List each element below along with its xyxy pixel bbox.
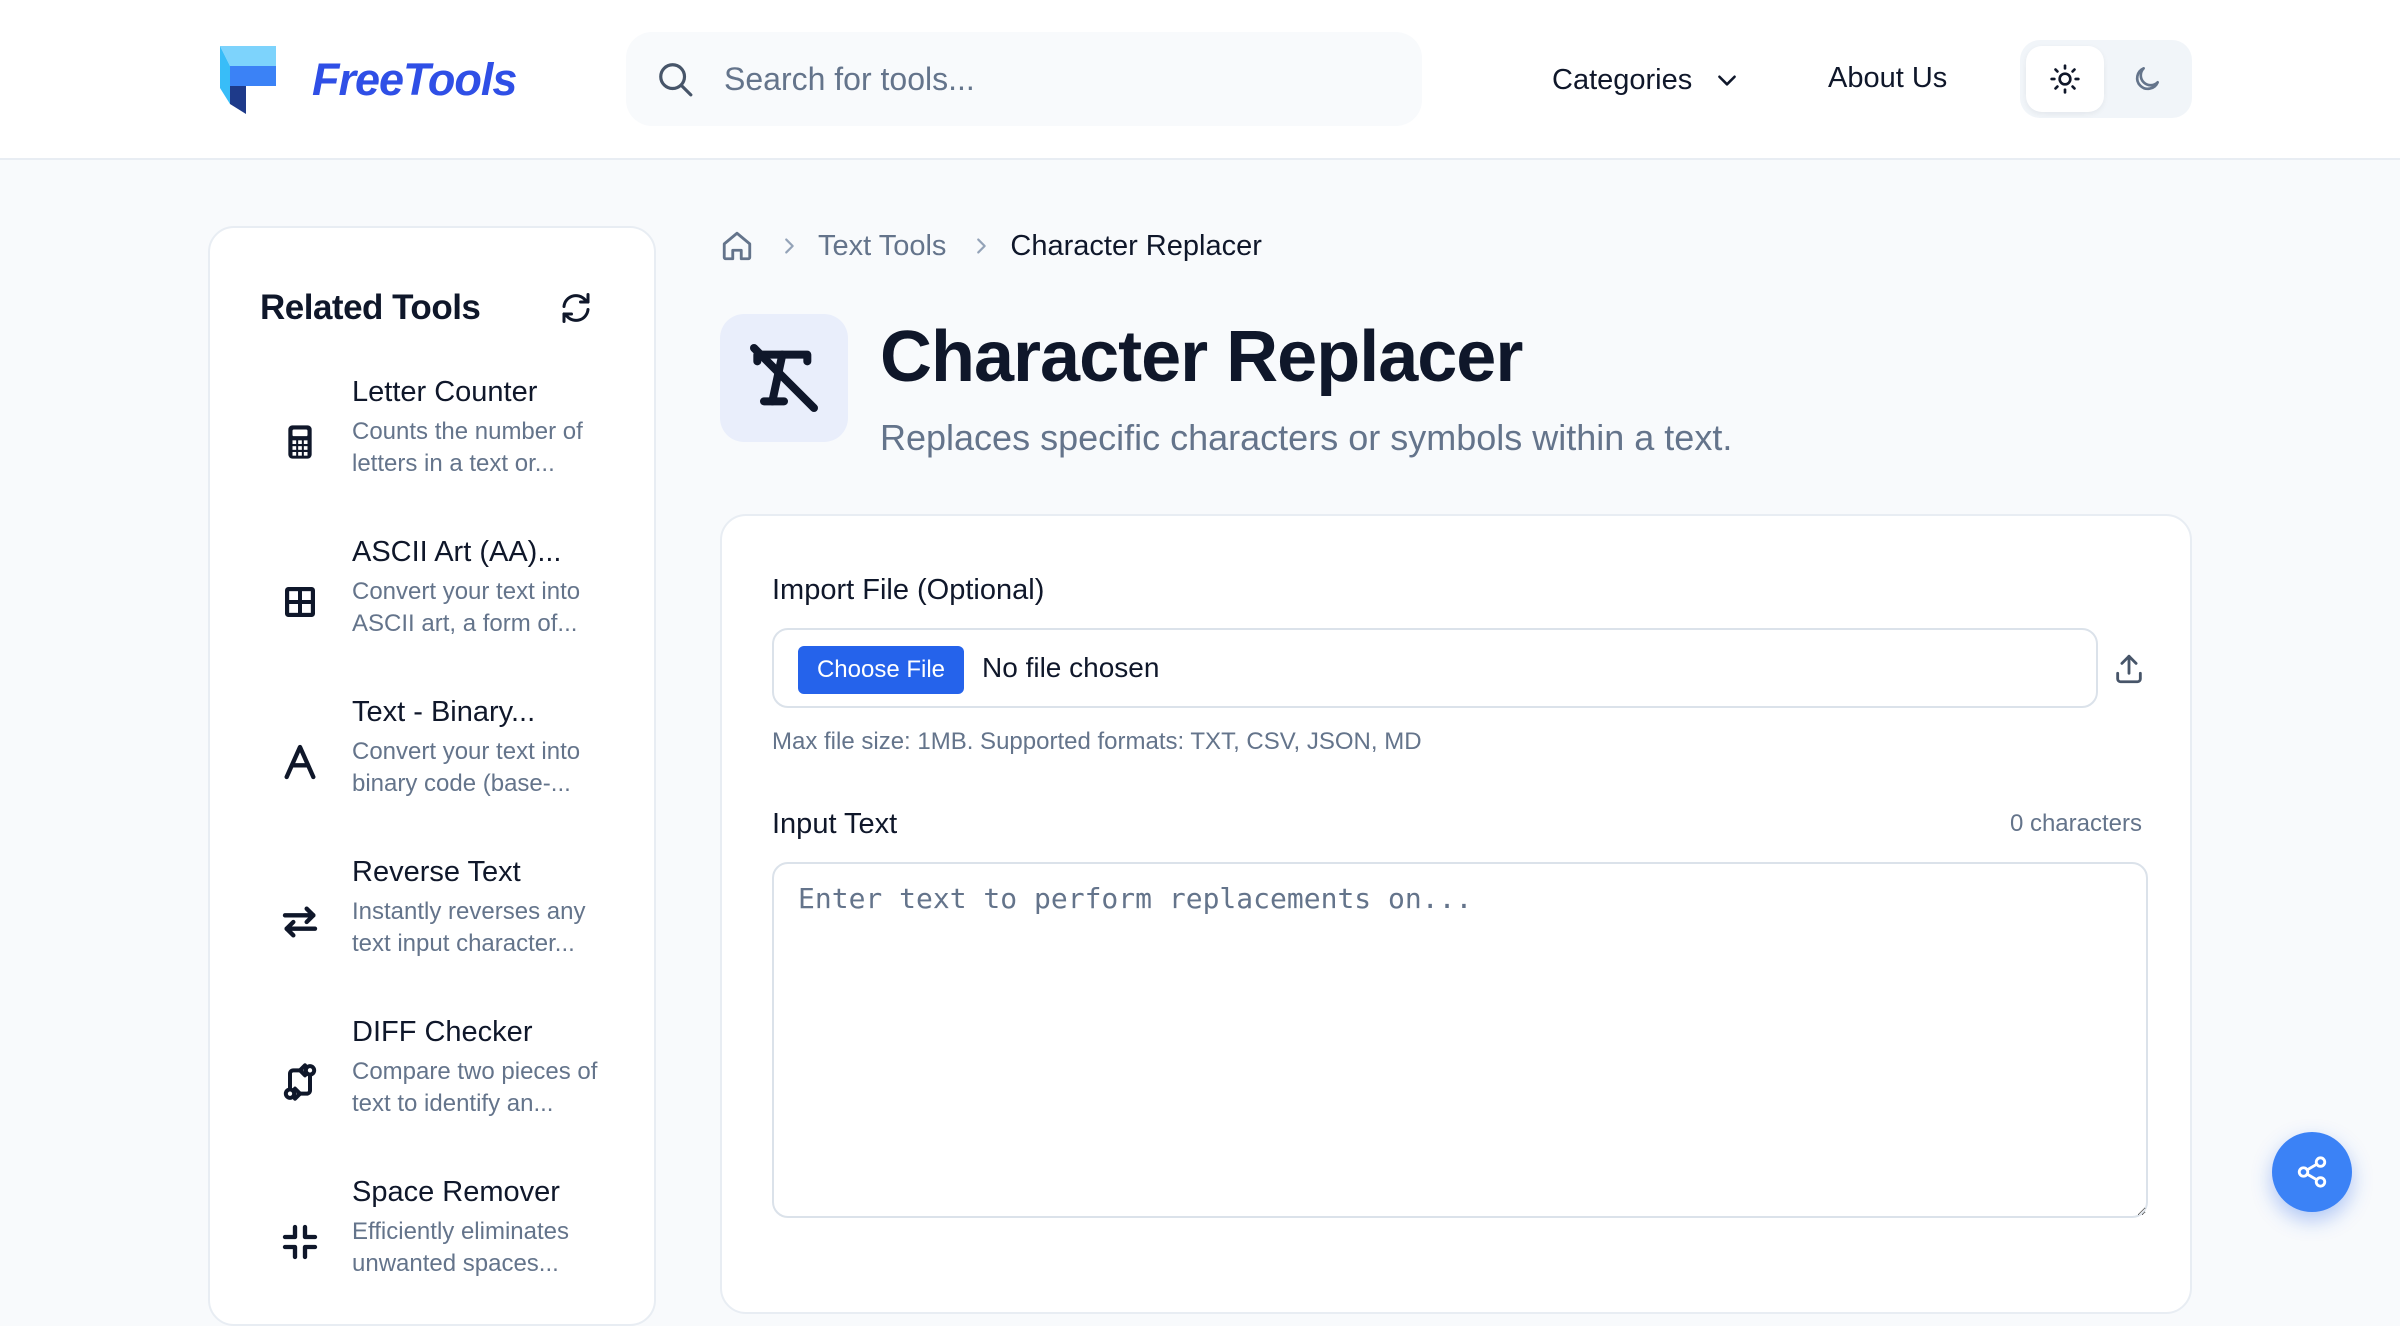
tool-description: Counts the number of letters in a text o… — [352, 418, 583, 477]
tool-form-card: Import File (Optional) Choose File No fi… — [720, 514, 2192, 1314]
nav-about-us[interactable]: About Us — [1828, 62, 1947, 95]
logo-text: FreeTools — [312, 54, 517, 105]
character-count: 0 characters — [2009, 810, 2142, 837]
site-header: FreeTools Categories About Us — [0, 0, 2400, 160]
home-icon[interactable] — [720, 229, 754, 263]
grid-icon — [285, 587, 315, 617]
git-compare-icon — [283, 1063, 317, 1101]
search-bar[interactable] — [626, 32, 1422, 126]
moon-icon — [2135, 67, 2159, 91]
breadcrumb-current: Character Replacer — [1010, 229, 1262, 262]
tool-description: Convert your text into ASCII art, a form… — [352, 578, 581, 637]
minimize-icon — [282, 1224, 318, 1260]
chevron-right-icon — [785, 238, 794, 254]
calculator-icon — [288, 425, 312, 459]
theme-toggle — [2020, 40, 2192, 118]
page-title: Character Replacer — [880, 317, 1523, 397]
tool-name: ASCII Art (AA)... — [352, 536, 562, 568]
upload-icon[interactable] — [2112, 652, 2146, 686]
file-input-box[interactable]: Choose File No file chosen — [772, 628, 2098, 708]
choose-file-button[interactable]: Choose File — [798, 646, 964, 694]
breadcrumb-text-tools[interactable]: Text Tools — [818, 230, 946, 263]
page-icon-box — [720, 314, 848, 442]
chevron-right-icon — [977, 238, 987, 254]
refresh-icon[interactable] — [558, 290, 594, 326]
sidebar-item-letter-counter[interactable]: Letter Counter Counts the number of lett… — [260, 376, 620, 516]
light-mode-button[interactable] — [2026, 46, 2104, 112]
share-icon — [2297, 1156, 2327, 1188]
logo-icon — [220, 46, 276, 114]
sidebar-item-ascii-art[interactable]: ASCII Art (AA)... Convert your text into… — [260, 536, 620, 676]
nav-categories[interactable]: Categories — [1552, 58, 1740, 102]
file-hint: Max file size: 1MB. Supported formats: T… — [772, 728, 1422, 755]
tool-description: Convert your text into binary code (base… — [352, 738, 581, 797]
tool-description: Compare two pieces of text to identify a… — [352, 1058, 598, 1117]
tool-name: DIFF Checker — [352, 1016, 533, 1048]
sidebar-item-space-remover[interactable]: Space Remover Efficiently eliminates unw… — [260, 1176, 620, 1316]
breadcrumb: Text Tools Character Replacer — [720, 226, 1262, 266]
sidebar-title: Related Tools — [260, 288, 481, 327]
import-file-label: Import File (Optional) — [772, 574, 1045, 606]
remove-formatting-icon — [750, 344, 818, 412]
share-button[interactable] — [2272, 1132, 2352, 1212]
sidebar-item-diff-checker[interactable]: DIFF Checker Compare two pieces of text … — [260, 1016, 620, 1156]
nav-categories-label: Categories — [1552, 63, 1693, 96]
sidebar-item-text-binary[interactable]: Text - Binary... Convert your text into … — [260, 696, 620, 836]
input-text-area[interactable] — [772, 862, 2148, 1218]
tool-name: Text - Binary... — [352, 696, 536, 728]
letter-a-icon — [284, 744, 316, 780]
tool-name: Reverse Text — [352, 856, 521, 888]
tool-name: Letter Counter — [352, 376, 538, 408]
tool-description: Instantly reverses any text input charac… — [352, 898, 586, 957]
sun-icon — [2050, 64, 2080, 94]
tool-description: Efficiently eliminates unwanted spaces..… — [352, 1218, 569, 1277]
search-icon — [659, 63, 693, 97]
search-input[interactable] — [724, 52, 1384, 106]
related-tools-sidebar: Related Tools Letter Counter Counts the … — [208, 226, 656, 1326]
logo[interactable]: FreeTools — [216, 42, 517, 118]
page-subtitle: Replaces specific characters or symbols … — [880, 417, 1733, 458]
swap-arrows-icon — [282, 906, 318, 938]
chevron-down-icon — [1718, 75, 1737, 86]
sidebar-item-reverse-text[interactable]: Reverse Text Instantly reverses any text… — [260, 856, 620, 996]
file-status-text: No file chosen — [982, 652, 1160, 683]
tool-name: Space Remover — [352, 1176, 560, 1208]
input-text-label: Input Text — [772, 808, 898, 840]
dark-mode-button[interactable] — [2108, 46, 2186, 112]
